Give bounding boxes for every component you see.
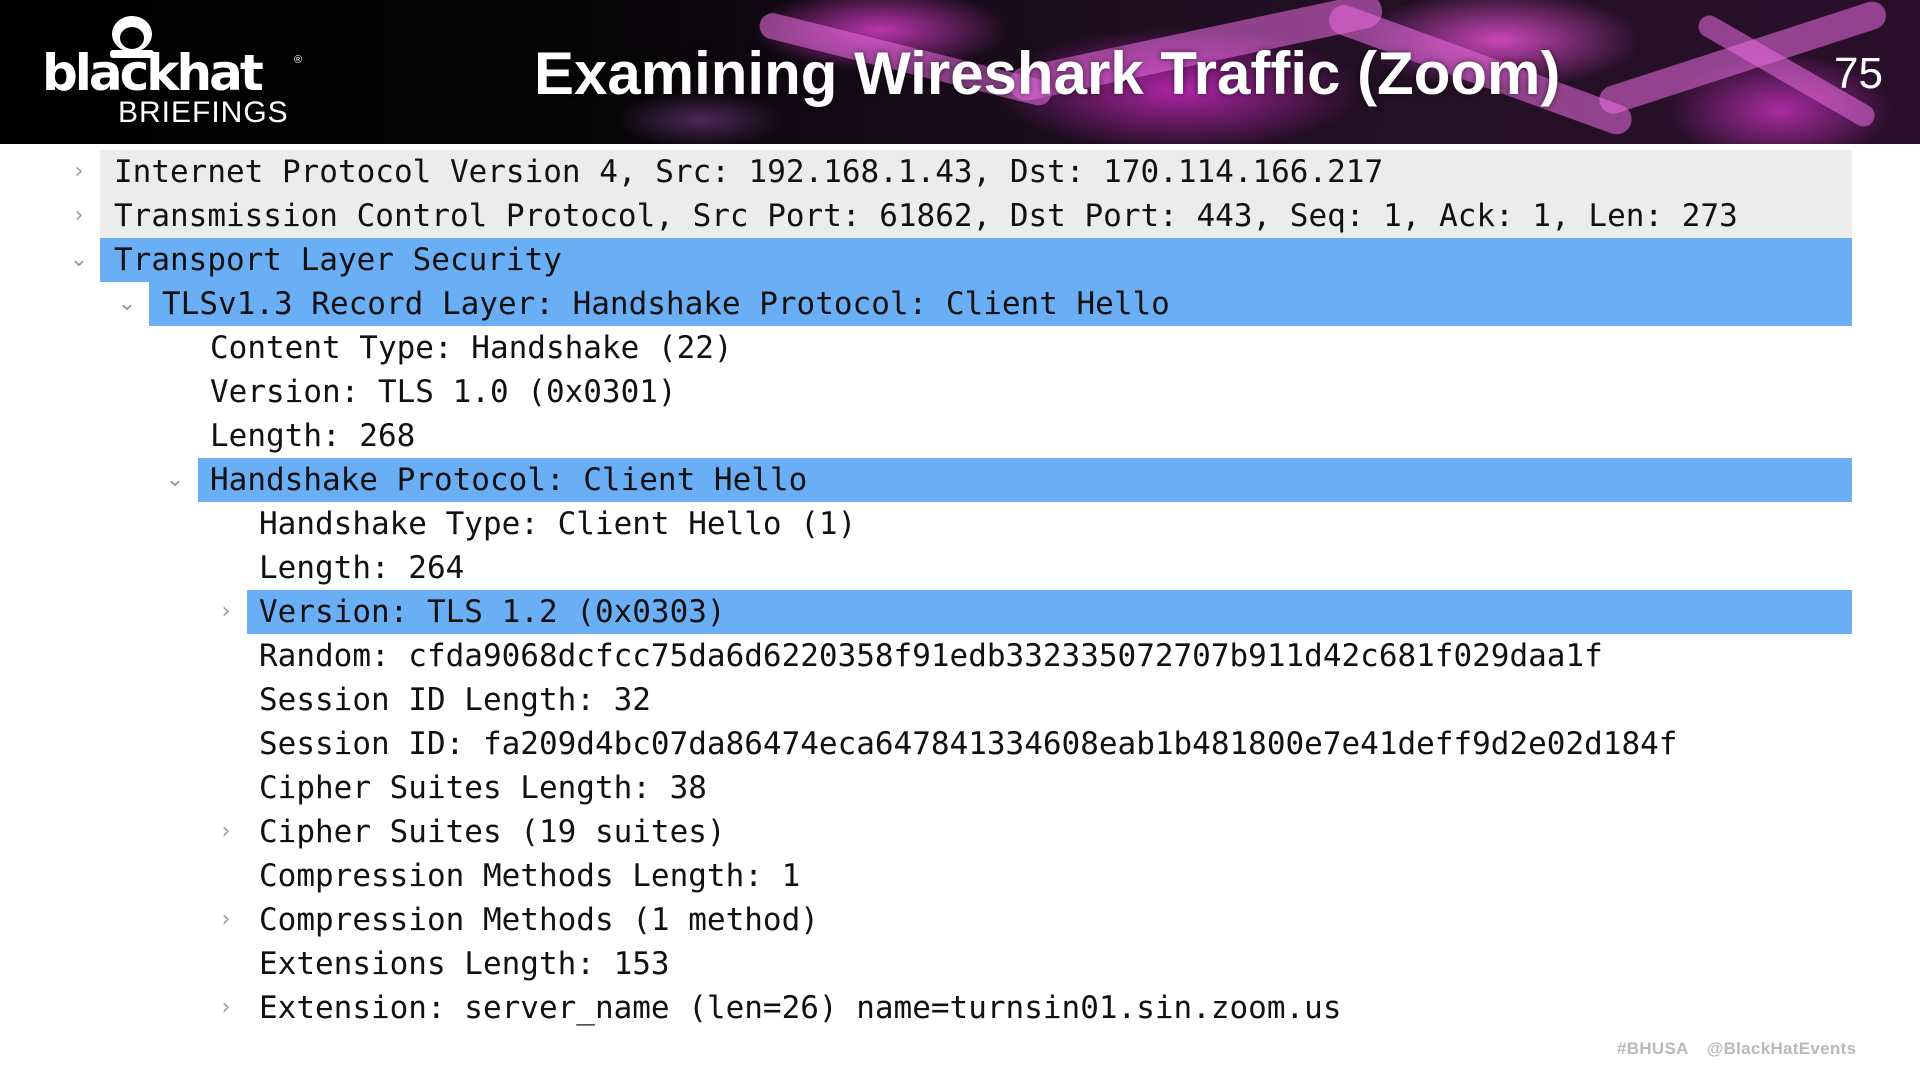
tree-row-label: Extensions Length: 153 bbox=[259, 946, 670, 982]
tree-row-cipher-suites[interactable]: Cipher Suites (19 suites) bbox=[259, 810, 726, 854]
tree-row-label: Compression Methods (1 method) bbox=[259, 902, 819, 938]
slide-title: Examining Wireshark Traffic (Zoom) bbox=[534, 40, 1561, 107]
tree-row-label: Transmission Control Protocol, Src Port:… bbox=[114, 198, 1738, 234]
expand-chevron-icon[interactable]: › bbox=[211, 590, 241, 634]
tree-row-label: Session ID: fa209d4bc07da86474eca6478413… bbox=[259, 726, 1678, 762]
tree-row-label: Internet Protocol Version 4, Src: 192.16… bbox=[114, 154, 1384, 190]
logo-subtitle: BRIEFINGS bbox=[118, 96, 289, 129]
tree-row-record-length[interactable]: Length: 268 bbox=[210, 414, 415, 458]
tree-row-tcp[interactable]: Transmission Control Protocol, Src Port:… bbox=[100, 194, 1852, 238]
tree-row-label: Length: 268 bbox=[210, 418, 416, 454]
expand-chevron-icon[interactable]: › bbox=[211, 986, 241, 1030]
tree-row-label: Length: 264 bbox=[259, 550, 465, 586]
tree-row-compression-methods-length[interactable]: Compression Methods Length: 1 bbox=[259, 854, 800, 898]
tree-row-label: Extension: server_name (len=26) name=tur… bbox=[259, 990, 1342, 1026]
tree-row-label: Version: TLS 1.0 (0x0301) bbox=[210, 374, 677, 410]
tree-row-label: Cipher Suites Length: 38 bbox=[259, 770, 707, 806]
registered-mark: ® bbox=[294, 54, 303, 66]
expand-chevron-icon[interactable]: › bbox=[64, 150, 94, 194]
header-banner: blackhat ® BRIEFINGS Examining Wireshark… bbox=[0, 0, 1920, 144]
tree-row-label: Content Type: Handshake (22) bbox=[210, 330, 733, 366]
tree-row-label: Handshake Type: Client Hello (1) bbox=[259, 506, 857, 542]
tree-row-label: Random: cfda9068dcfcc75da6d6220358f91edb… bbox=[259, 638, 1603, 674]
tree-row-ipv4[interactable]: Internet Protocol Version 4, Src: 192.16… bbox=[100, 150, 1852, 194]
tree-row-tls[interactable]: Transport Layer Security bbox=[100, 238, 1852, 282]
page-number: 75 bbox=[1834, 49, 1883, 98]
tree-row-session-id-length[interactable]: Session ID Length: 32 bbox=[259, 678, 651, 722]
footer-hashtag: #BHUSA bbox=[1617, 1039, 1689, 1058]
collapse-chevron-icon[interactable]: ⌄ bbox=[160, 458, 190, 502]
tree-row-record-version[interactable]: Version: TLS 1.0 (0x0301) bbox=[210, 370, 677, 414]
logo-wordmark: blackhat bbox=[42, 44, 264, 102]
tree-row-compression-methods[interactable]: Compression Methods (1 method) bbox=[259, 898, 819, 942]
tree-row-handshake-type[interactable]: Handshake Type: Client Hello (1) bbox=[259, 502, 856, 546]
tree-row-label: Transport Layer Security bbox=[114, 242, 562, 278]
tree-row-extensions-length[interactable]: Extensions Length: 153 bbox=[259, 942, 670, 986]
tree-row-session-id[interactable]: Session ID: fa209d4bc07da86474eca6478413… bbox=[259, 722, 1677, 766]
tree-row-handshake-protocol[interactable]: Handshake Protocol: Client Hello bbox=[198, 458, 1852, 502]
footer: #BHUSA @BlackHatEvents bbox=[1617, 1039, 1856, 1059]
tree-row-extension-server-name[interactable]: Extension: server_name (len=26) name=tur… bbox=[259, 986, 1342, 1030]
expand-chevron-icon[interactable]: › bbox=[64, 194, 94, 238]
expand-chevron-icon[interactable]: › bbox=[211, 898, 241, 942]
tree-row-label: TLSv1.3 Record Layer: Handshake Protocol… bbox=[162, 286, 1170, 322]
tree-row-label: Compression Methods Length: 1 bbox=[259, 858, 801, 894]
tree-row-random[interactable]: Random: cfda9068dcfcc75da6d6220358f91edb… bbox=[259, 634, 1603, 678]
tree-row-label: Version: TLS 1.2 (0x0303) bbox=[259, 594, 726, 630]
tree-row-label: Session ID Length: 32 bbox=[259, 682, 651, 718]
tree-row-handshake-version[interactable]: Version: TLS 1.2 (0x0303) bbox=[247, 590, 1852, 634]
tree-row-label: Cipher Suites (19 suites) bbox=[259, 814, 726, 850]
tree-row-cipher-suites-length[interactable]: Cipher Suites Length: 38 bbox=[259, 766, 707, 810]
collapse-chevron-icon[interactable]: ⌄ bbox=[64, 238, 94, 282]
tree-row-label: Handshake Protocol: Client Hello bbox=[210, 462, 808, 498]
expand-chevron-icon[interactable]: › bbox=[211, 810, 241, 854]
tree-row-content-type[interactable]: Content Type: Handshake (22) bbox=[210, 326, 733, 370]
tree-row-record-layer[interactable]: TLSv1.3 Record Layer: Handshake Protocol… bbox=[149, 282, 1852, 326]
collapse-chevron-icon[interactable]: ⌄ bbox=[112, 282, 142, 326]
footer-handle: @BlackHatEvents bbox=[1706, 1039, 1857, 1058]
tree-row-handshake-length[interactable]: Length: 264 bbox=[259, 546, 464, 590]
blackhat-logo: blackhat ® BRIEFINGS bbox=[38, 14, 308, 134]
